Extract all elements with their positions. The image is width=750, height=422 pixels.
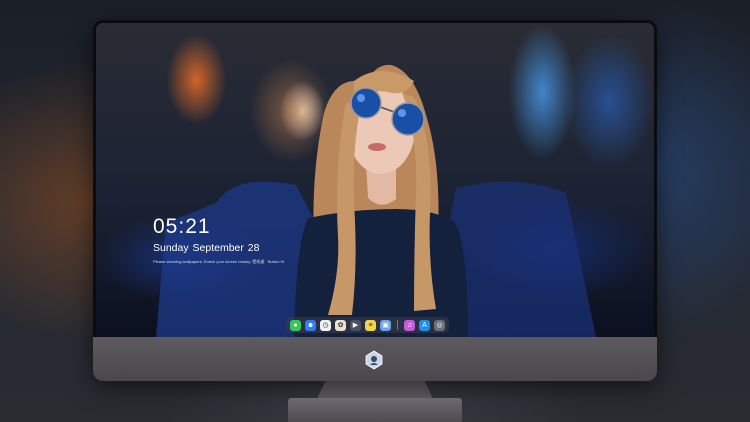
lock-tagline: Please stunning wallpapers. Enrich your … [153,259,285,264]
video-editor-icon[interactable]: ▶ [350,319,361,331]
dock: ● ☻ ◷ ✿ ▶ ≡ ▣ ♫ A ◎ [286,317,449,333]
monitor: 05:21 Sunday September 28 Please stunnin… [93,20,657,381]
monitor-chin [93,337,657,381]
wallpaper-portrait [156,64,596,337]
dock-separator [397,320,398,330]
app-store-icon[interactable]: A [419,319,430,331]
lock-clock: 05:21 [153,215,211,238]
finder-icon[interactable]: ☻ [305,319,316,331]
screenshot-icon[interactable]: ◎ [434,319,445,331]
brand-logo-icon [365,350,383,370]
notes-icon[interactable]: ≡ [365,319,376,331]
itunes-icon[interactable]: ♫ [404,319,415,331]
messages-icon[interactable]: ● [290,319,301,331]
monitor-stand-base [288,398,462,422]
desktop-screen: 05:21 Sunday September 28 Please stunnin… [96,23,654,337]
clock-icon[interactable]: ◷ [320,319,331,331]
preview-icon[interactable]: ▣ [380,319,391,331]
lock-date: Sunday September 28 [153,242,260,254]
photos-icon[interactable]: ✿ [335,319,346,331]
